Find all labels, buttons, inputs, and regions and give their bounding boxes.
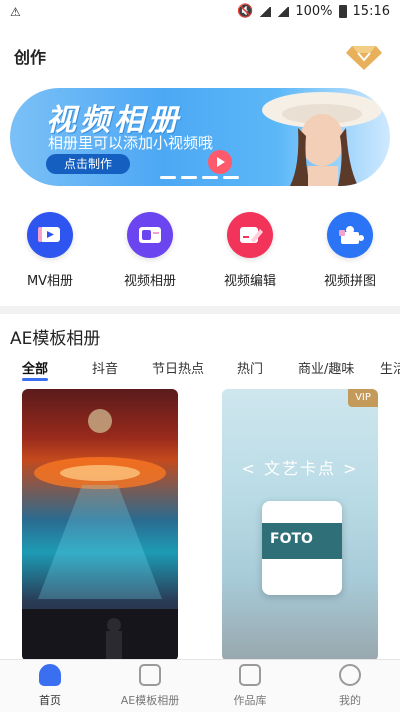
banner-subtitle: 相册里可以添加小视频哦	[48, 134, 214, 152]
warning-icon: ⚠	[10, 5, 21, 19]
tab-hot[interactable]: 热门	[237, 358, 263, 377]
active-tab-indicator	[22, 378, 48, 381]
section-title: AE模板相册	[10, 329, 101, 349]
clock: 15:16	[352, 4, 390, 19]
concert-image	[22, 409, 178, 661]
action-label: MV相册	[26, 274, 74, 289]
nav-label: 首页	[39, 694, 61, 707]
tab-all[interactable]: 全部	[22, 358, 48, 377]
template-box-icon	[139, 664, 161, 686]
nav-profile[interactable]: 我的	[305, 664, 395, 708]
page-title: 创作	[14, 48, 47, 67]
carousel-dot[interactable]	[202, 176, 218, 179]
profile-icon	[339, 664, 361, 686]
carousel-dot[interactable]	[223, 176, 239, 179]
mv-album-icon	[27, 212, 73, 258]
film-canister-image: FOTO	[262, 501, 342, 595]
mute-icon: 🔇	[237, 4, 254, 19]
nav-label: AE模板相册	[120, 694, 180, 707]
nav-label: 作品库	[233, 694, 267, 707]
video-album-icon	[127, 212, 173, 258]
play-icon	[208, 150, 232, 174]
battery-percent: 100%	[295, 4, 333, 19]
film-label: FOTO	[270, 531, 313, 547]
template-card[interactable]	[22, 389, 178, 661]
tab-life[interactable]: 生活	[380, 358, 400, 377]
section-divider	[0, 306, 400, 314]
works-library-icon	[239, 664, 261, 686]
battery-icon	[338, 5, 347, 18]
promo-banner[interactable]: 视频相册 相册里可以添加小视频哦 点击制作	[10, 88, 390, 186]
card-caption: < 文艺卡点 >	[241, 459, 359, 478]
template-card-vip[interactable]: VIP < 文艺卡点 > FOTO	[222, 389, 378, 661]
banner-woman-image	[262, 92, 382, 186]
home-icon	[39, 664, 61, 686]
nav-label: 我的	[339, 694, 361, 707]
carousel-indicators	[160, 176, 239, 179]
puzzle-icon	[327, 212, 373, 258]
action-video-edit[interactable]: 视频编辑	[205, 212, 295, 289]
status-bar: ⚠ 🔇 100% 15:16	[0, 0, 400, 26]
video-edit-icon	[227, 212, 273, 258]
category-tabs: 全部 抖音 节日热点 热门 商业/趣味 生活	[0, 358, 400, 384]
vip-diamond-icon[interactable]	[346, 38, 382, 70]
carousel-dot[interactable]	[160, 176, 176, 179]
nav-works[interactable]: 作品库	[205, 664, 295, 708]
wifi-icon	[259, 6, 272, 17]
action-video-collage[interactable]: 视频拼图	[305, 212, 395, 289]
tab-holiday[interactable]: 节日热点	[152, 358, 204, 377]
action-label: 视频编辑	[223, 274, 276, 289]
action-video-album[interactable]: 视频相册	[105, 212, 195, 289]
action-label: 视频拼图	[323, 274, 376, 289]
action-label: 视频相册	[123, 274, 176, 289]
carousel-dot[interactable]	[181, 176, 197, 179]
tab-business[interactable]: 商业/趣味	[298, 358, 354, 377]
action-mv-album[interactable]: MV相册	[5, 212, 95, 289]
quick-actions: MV相册 视频相册 视频编辑 视频拼图	[0, 212, 400, 292]
top-bar: 创作	[0, 26, 400, 82]
status-right: 🔇 100% 15:16	[237, 4, 390, 19]
banner-make-button[interactable]: 点击制作	[46, 154, 130, 174]
tab-douyin[interactable]: 抖音	[92, 358, 118, 377]
nav-ae-templates[interactable]: AE模板相册	[105, 664, 195, 708]
vip-badge: VIP	[348, 389, 378, 407]
bottom-navigation: 首页 AE模板相册 作品库 我的	[0, 659, 400, 712]
signal-icon	[277, 6, 290, 17]
nav-home[interactable]: 首页	[5, 664, 95, 708]
